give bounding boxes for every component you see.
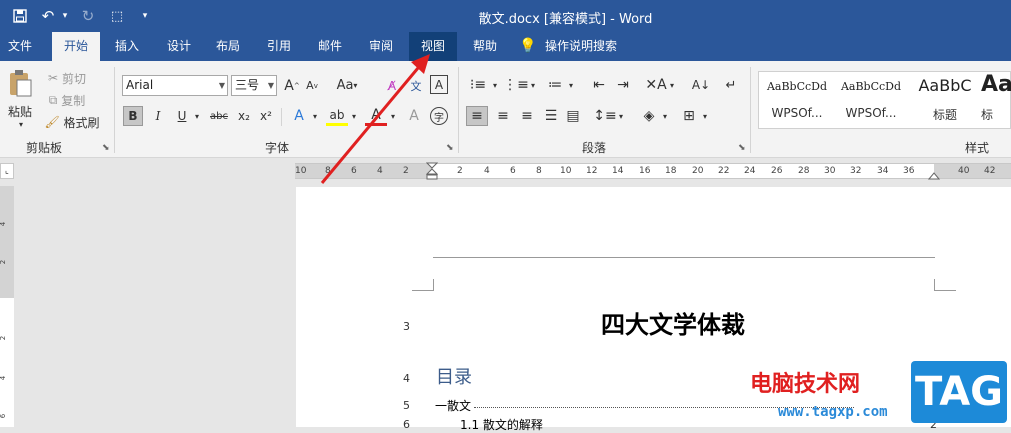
watermark-site-name: 电脑技术网 bbox=[750, 372, 861, 397]
annotation-arrow-icon bbox=[320, 54, 430, 184]
watermark-url: www.tagxp.com bbox=[778, 404, 888, 420]
watermark-tag-logo: TAG bbox=[911, 361, 1007, 423]
